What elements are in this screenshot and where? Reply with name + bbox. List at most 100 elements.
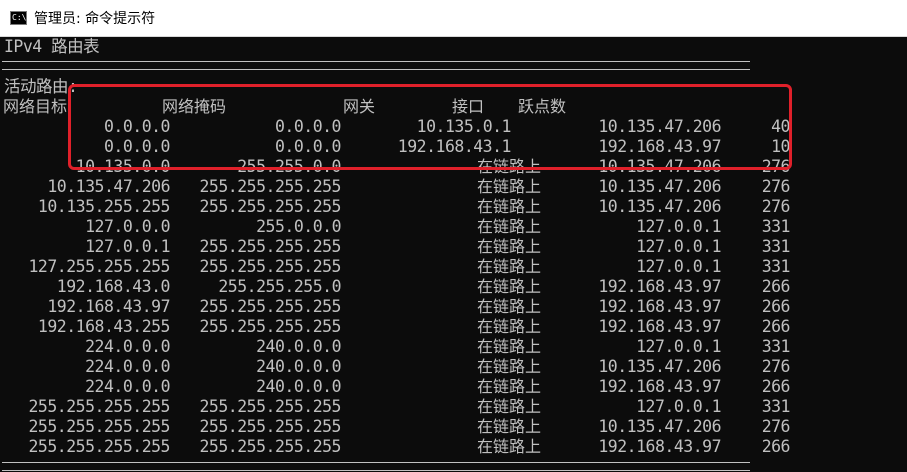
route-metric: 40 — [771, 117, 790, 136]
route-destination: 127.255.255.255 — [28, 257, 170, 276]
route-interface: 10.135.47.206 — [598, 417, 721, 436]
route-metric: 331 — [761, 237, 791, 256]
route-destination: 10.135.47.206 — [47, 177, 170, 196]
active-routes-label: 活动路由: — [4, 77, 78, 96]
route-interface: 192.168.43.97 — [598, 377, 721, 396]
route-netmask: 240.0.0.0 — [256, 357, 341, 376]
route-gateway: 在链路上 — [476, 397, 541, 416]
route-gateway: 在链路上 — [476, 177, 541, 196]
route-interface: 10.135.47.206 — [598, 157, 721, 176]
route-interface: 127.0.0.1 — [636, 237, 721, 256]
route-row: 0.0.0.0 0.0.0.0 192.168.43.1 192.168.43.97 1… — [0, 137, 907, 157]
route-gateway: 在链路上 — [476, 377, 541, 396]
separator-line — [2, 61, 750, 70]
route-interface: 10.135.47.206 — [598, 357, 721, 376]
route-netmask: 240.0.0.0 — [256, 377, 341, 396]
route-metric: 276 — [761, 197, 791, 216]
route-gateway: 在链路上 — [476, 357, 541, 376]
route-metric: 10 — [771, 137, 790, 156]
route-destination: 224.0.0.0 — [85, 377, 170, 396]
route-metric: 266 — [761, 377, 791, 396]
route-row: 10.135.47.206 255.255.255.255 在链路上 10.135.4… — [0, 177, 907, 197]
route-gateway: 在链路上 — [476, 297, 541, 316]
route-metric: 276 — [761, 357, 791, 376]
route-netmask: 255.255.255.255 — [199, 437, 341, 456]
route-table-header: 网络目标 网络掩码 网关 接口 跃点数 — [0, 97, 907, 117]
route-gateway: 在链路上 — [476, 317, 541, 336]
route-row: 10.135.255.255 255.255.255.255 在链路上 10.135.… — [0, 197, 907, 217]
route-destination: 224.0.0.0 — [85, 357, 170, 376]
separator-line-bottom — [2, 462, 750, 471]
route-metric: 266 — [761, 297, 791, 316]
route-destination: 10.135.0.0 — [75, 157, 171, 176]
route-interface: 10.135.47.206 — [598, 177, 721, 196]
route-netmask: 255.255.255.255 — [199, 257, 341, 276]
console-output[interactable]: IPv4 路由表 活动路由: 网络目标 网络掩码 网关 接口 跃点数 0.0.0… — [0, 37, 907, 472]
route-netmask: 240.0.0.0 — [256, 337, 341, 356]
route-interface: 192.168.43.97 — [598, 317, 721, 336]
route-netmask: 0.0.0.0 — [274, 137, 342, 156]
route-netmask: 255.255.255.255 — [199, 177, 341, 196]
route-destination: 192.168.43.255 — [37, 317, 171, 336]
route-netmask: 255.255.0.0 — [237, 157, 341, 176]
route-gateway: 在链路上 — [476, 417, 541, 436]
route-row: 127.0.0.1 255.255.255.255 在链路上 127.0.0.1 331 — [0, 237, 907, 257]
cmd-icon: C:\ — [10, 11, 27, 25]
route-gateway: 在链路上 — [476, 237, 541, 256]
route-gateway: 在链路上 — [476, 277, 541, 296]
route-row: 224.0.0.0 240.0.0.0 在链路上 10.135.47.206 276 — [0, 357, 907, 377]
route-gateway: 在链路上 — [476, 437, 541, 456]
route-netmask: 255.255.255.255 — [199, 317, 341, 336]
route-metric: 331 — [761, 217, 791, 236]
route-metric: 266 — [761, 437, 791, 456]
route-row: 255.255.255.255 255.255.255.255 在链路上 127.0.… — [0, 397, 907, 417]
route-row: 127.255.255.255 255.255.255.255 在链路上 127.0.… — [0, 257, 907, 277]
route-row: 0.0.0.0 0.0.0.0 10.135.0.1 10.135.47.206 40 — [0, 117, 907, 137]
route-netmask: 255.255.255.255 — [199, 197, 341, 216]
route-destination: 127.0.0.1 — [85, 237, 170, 256]
route-netmask: 0.0.0.0 — [274, 117, 342, 136]
route-destination: 192.168.43.97 — [47, 297, 170, 316]
route-gateway: 在链路上 — [476, 157, 541, 176]
route-row: 192.168.43.0 255.255.255.0 在链路上 192.168.43.… — [0, 277, 907, 297]
route-interface: 192.168.43.97 — [598, 297, 721, 316]
route-row: 255.255.255.255 255.255.255.255 在链路上 192.16… — [0, 437, 907, 457]
route-interface: 127.0.0.1 — [636, 337, 721, 356]
route-gateway: 192.168.43.1 — [397, 137, 512, 156]
route-netmask: 255.255.255.255 — [199, 297, 341, 316]
route-row: 224.0.0.0 240.0.0.0 在链路上 192.168.43.97 266 — [0, 377, 907, 397]
route-netmask: 255.255.255.255 — [199, 237, 341, 256]
route-netmask: 255.0.0.0 — [256, 217, 341, 236]
route-destination: 192.168.43.0 — [56, 277, 171, 296]
route-metric: 276 — [761, 157, 791, 176]
route-destination: 224.0.0.0 — [85, 337, 170, 356]
route-gateway: 在链路上 — [476, 257, 541, 276]
route-metric: 266 — [761, 277, 791, 296]
route-netmask: 255.255.255.255 — [199, 397, 341, 416]
route-row: 192.168.43.97 255.255.255.255 在链路上 192.168.… — [0, 297, 907, 317]
route-interface: 192.168.43.97 — [598, 437, 721, 456]
route-row: 127.0.0.0 255.0.0.0 在链路上 127.0.0.1 331 — [0, 217, 907, 237]
route-metric: 331 — [761, 337, 791, 356]
route-row: 192.168.43.255 255.255.255.255 在链路上 192.168… — [0, 317, 907, 337]
route-gateway: 10.135.0.1 — [416, 117, 512, 136]
route-metric: 331 — [761, 397, 791, 416]
route-metric: 266 — [761, 317, 791, 336]
route-destination: 10.135.255.255 — [37, 197, 171, 216]
route-metric: 276 — [761, 177, 791, 196]
route-interface: 192.168.43.97 — [598, 137, 721, 156]
route-interface: 10.135.47.206 — [598, 197, 721, 216]
route-row: 224.0.0.0 240.0.0.0 在链路上 127.0.0.1 331 — [0, 337, 907, 357]
route-metric: 276 — [761, 417, 791, 436]
header-netmask: 网络掩码 — [162, 97, 227, 116]
route-interface: 127.0.0.1 — [636, 217, 721, 236]
header-interface: 接口 — [452, 97, 485, 116]
route-gateway: 在链路上 — [476, 217, 541, 236]
header-gateway: 网关 — [343, 97, 376, 116]
route-destination: 127.0.0.0 — [85, 217, 170, 236]
header-metric: 跃点数 — [518, 97, 567, 116]
title-bar: C:\ 管理员: 命令提示符 — [0, 0, 907, 37]
route-interface: 127.0.0.1 — [636, 257, 721, 276]
window-title: 管理员: 命令提示符 — [34, 11, 156, 27]
route-destination: 0.0.0.0 — [103, 117, 171, 136]
